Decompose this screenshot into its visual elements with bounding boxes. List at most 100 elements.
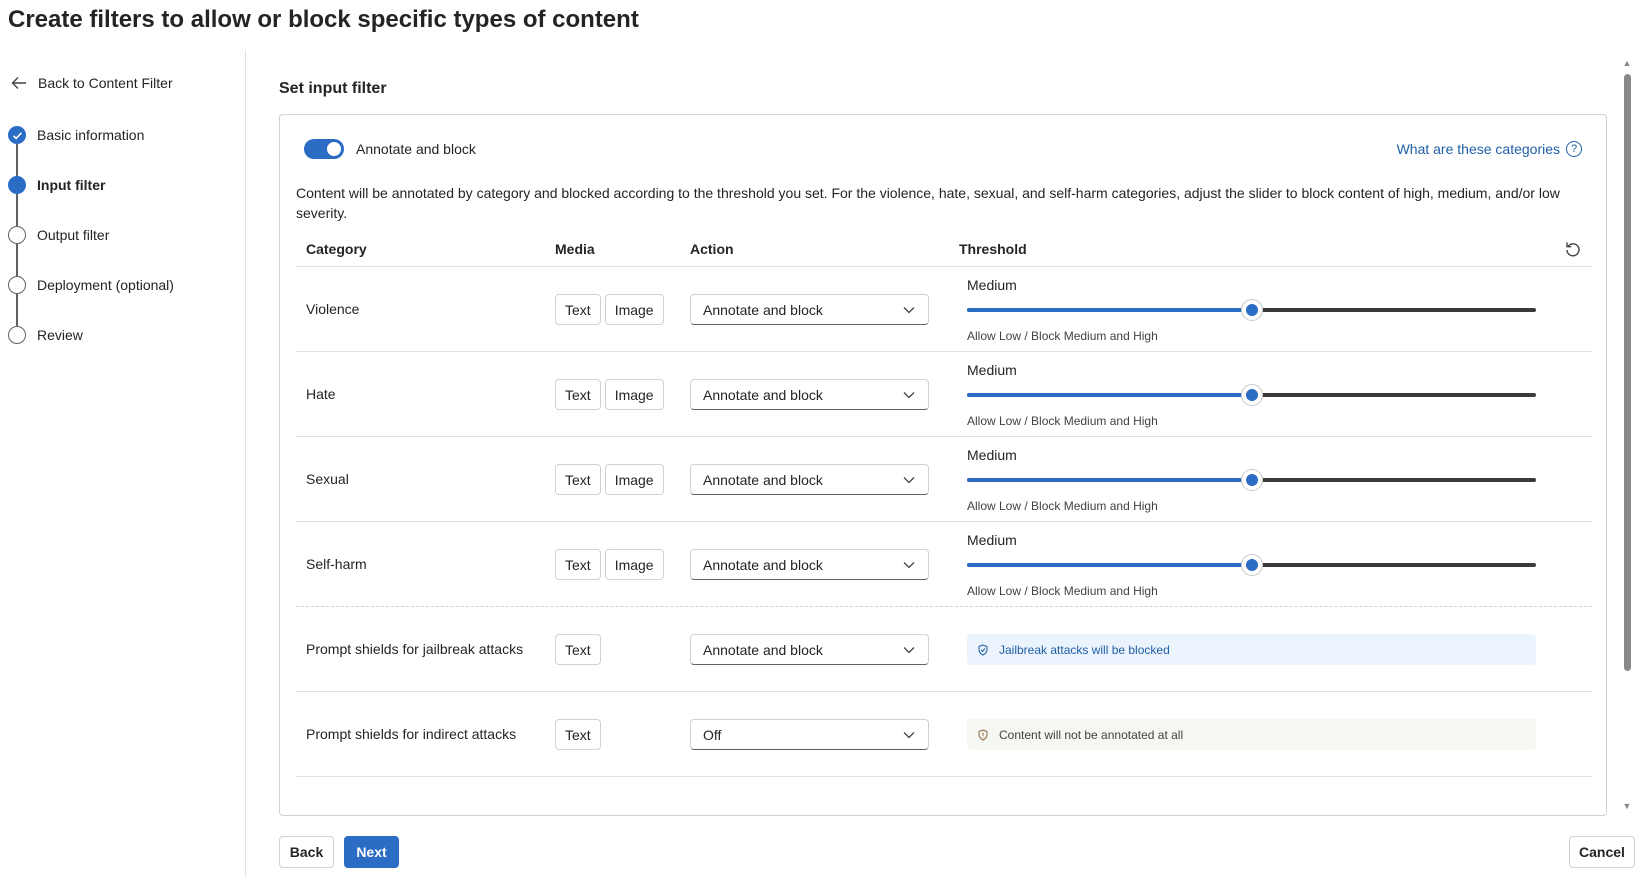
pending-step-icon — [8, 326, 26, 344]
threshold-level-label: Medium — [967, 447, 1017, 463]
chevron-down-icon — [903, 646, 915, 653]
notice-text: Jailbreak attacks will be blocked — [999, 642, 1170, 657]
step-basic-information[interactable]: Basic information — [8, 126, 174, 176]
action-dropdown[interactable]: Annotate and block — [690, 379, 929, 410]
media-chip-text[interactable]: Text — [555, 719, 601, 750]
media-chip-image[interactable]: Image — [604, 379, 664, 410]
media-chips: Text — [555, 719, 601, 750]
step-connector — [16, 244, 18, 276]
step-input-filter[interactable]: Input filter — [8, 176, 174, 226]
threshold-slider[interactable] — [967, 470, 1536, 490]
category-name: Hate — [306, 386, 336, 402]
step-label: Basic information — [37, 127, 145, 143]
step-connector — [16, 144, 18, 176]
annotate-block-toggle-row: Annotate and block — [304, 139, 476, 159]
page-title: Create filters to allow or block specifi… — [8, 6, 639, 33]
vertical-scrollbar[interactable]: ▲ ▼ — [1622, 58, 1632, 811]
action-dropdown[interactable]: Annotate and block — [690, 294, 929, 325]
step-label: Review — [37, 327, 83, 343]
table-row: Self-harm Text Image Annotate and block … — [296, 522, 1592, 607]
wizard-nav: Back to Content Filter Basic information… — [0, 50, 246, 877]
column-header-media: Media — [555, 241, 595, 257]
chevron-down-icon — [903, 561, 915, 568]
current-step-icon — [8, 176, 26, 194]
slider-thumb[interactable] — [1241, 385, 1262, 405]
media-chips: Text Image — [555, 379, 664, 410]
column-header-action: Action — [690, 241, 734, 257]
media-chip-image[interactable]: Image — [604, 294, 664, 325]
pending-step-icon — [8, 276, 26, 294]
column-header-threshold: Threshold — [959, 241, 1027, 257]
threshold-level-label: Medium — [967, 277, 1017, 293]
media-chip-text[interactable]: Text — [555, 549, 601, 580]
filter-table: Category Media Action Threshold Violence… — [296, 233, 1592, 777]
toggle-knob — [327, 142, 341, 156]
back-button[interactable]: Back — [279, 836, 334, 868]
media-chip-text[interactable]: Text — [555, 464, 601, 495]
chevron-down-icon — [903, 731, 915, 738]
annotate-block-toggle[interactable] — [304, 139, 344, 159]
category-name: Prompt shields for indirect attacks — [306, 726, 517, 742]
step-deployment[interactable]: Deployment (optional) — [8, 276, 174, 326]
action-dropdown[interactable]: Off — [690, 719, 929, 750]
media-chip-image[interactable]: Image — [604, 464, 664, 495]
step-connector — [16, 194, 18, 226]
action-dropdown[interactable]: Annotate and block — [690, 634, 929, 665]
cancel-button[interactable]: Cancel — [1569, 836, 1635, 868]
threshold-caption: Allow Low / Block Medium and High — [967, 414, 1158, 428]
category-name: Prompt shields for jailbreak attacks — [306, 641, 524, 657]
arrow-left-icon — [11, 77, 26, 89]
step-review[interactable]: Review — [8, 326, 174, 376]
chevron-down-icon — [903, 391, 915, 398]
table-row: Hate Text Image Annotate and block Mediu… — [296, 352, 1592, 437]
media-chip-image[interactable]: Image — [604, 549, 664, 580]
table-row: Violence Text Image Annotate and block M… — [296, 267, 1592, 352]
threshold-slider[interactable] — [967, 300, 1536, 320]
category-name: Violence — [306, 301, 360, 317]
scroll-down-icon[interactable]: ▼ — [1622, 801, 1632, 811]
chevron-down-icon — [903, 476, 915, 483]
slider-thumb[interactable] — [1241, 470, 1262, 490]
step-output-filter[interactable]: Output filter — [8, 226, 174, 276]
media-chip-text[interactable]: Text — [555, 379, 601, 410]
step-connector — [16, 294, 18, 326]
scroll-up-icon[interactable]: ▲ — [1622, 58, 1632, 68]
media-chip-text[interactable]: Text — [555, 294, 601, 325]
next-button[interactable]: Next — [344, 836, 399, 868]
question-circle-icon: ? — [1566, 141, 1582, 157]
filter-description: Content will be annotated by category an… — [296, 185, 1560, 221]
media-chips: Text Image — [555, 464, 664, 495]
step-label: Input filter — [37, 177, 106, 193]
reset-icon[interactable] — [1564, 240, 1582, 258]
category-name: Sexual — [306, 471, 349, 487]
threshold-slider[interactable] — [967, 555, 1536, 575]
shield-check-icon — [978, 643, 988, 656]
categories-help-link[interactable]: What are these categories ? — [1397, 141, 1582, 157]
table-row: Sexual Text Image Annotate and block Med… — [296, 437, 1592, 522]
action-value: Annotate and block — [703, 471, 823, 488]
step-label: Deployment (optional) — [37, 277, 174, 293]
action-dropdown[interactable]: Annotate and block — [690, 464, 929, 495]
action-value: Annotate and block — [703, 301, 823, 318]
media-chips: Text — [555, 634, 601, 665]
back-to-content-filter-link[interactable]: Back to Content Filter — [10, 74, 173, 92]
media-chips: Text Image — [555, 549, 664, 580]
step-label: Output filter — [37, 227, 110, 243]
category-name: Self-harm — [306, 556, 367, 572]
slider-fill — [967, 563, 1252, 567]
slider-fill — [967, 393, 1252, 397]
action-dropdown[interactable]: Annotate and block — [690, 549, 929, 580]
threshold-caption: Allow Low / Block Medium and High — [967, 499, 1158, 513]
wizard-steps: Basic information Input filter Output fi… — [8, 126, 174, 376]
action-value: Annotate and block — [703, 641, 823, 658]
media-chip-text[interactable]: Text — [555, 634, 601, 665]
column-header-category: Category — [306, 241, 367, 257]
indirect-attack-notice: Content will not be annotated at all — [967, 719, 1536, 750]
threshold-slider[interactable] — [967, 385, 1536, 405]
scroll-thumb[interactable] — [1624, 74, 1631, 671]
help-link-label: What are these categories — [1396, 141, 1560, 157]
table-row: Prompt shields for jailbreak attacks Tex… — [296, 607, 1592, 692]
slider-thumb[interactable] — [1241, 300, 1262, 320]
notice-text: Content will not be annotated at all — [999, 727, 1184, 742]
slider-thumb[interactable] — [1241, 555, 1262, 575]
